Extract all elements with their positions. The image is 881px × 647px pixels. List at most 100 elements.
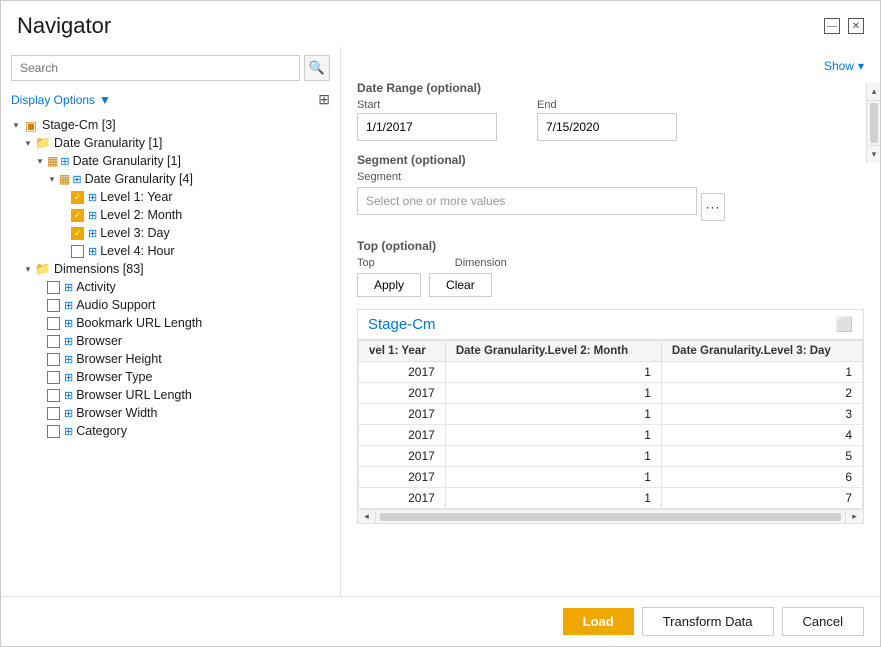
tree-item-bookmark-url[interactable]: ⊞ Bookmark URL Length [1,314,340,332]
apply-button[interactable]: Apply [357,273,421,297]
no-arrow [33,406,47,420]
no-arrow [57,208,71,222]
tree-item-stage-cm[interactable]: ▾ ▣ Stage-Cm [3] [1,116,340,134]
expand-arrow: ▾ [33,154,47,168]
checkbox-level-year[interactable] [71,191,84,204]
segment-label: Segment (optional) [357,153,864,167]
preview-header: Stage-Cm ⬜ [358,310,863,340]
checkbox-activity[interactable] [47,281,60,294]
tree-item-browser[interactable]: ⊞ Browser [1,332,340,350]
checkbox-level-hour[interactable] [71,245,84,258]
checkbox-browser[interactable] [47,335,60,348]
transform-data-button[interactable]: Transform Data [642,607,774,636]
checkbox-browser-type[interactable] [47,371,60,384]
window-controls: — ✕ [824,18,864,34]
tree-item-browser-width[interactable]: ⊞ Browser Width [1,404,340,422]
action-buttons: Apply Clear [357,273,864,297]
item-label: Browser Type [76,370,152,384]
tree-item-level-year[interactable]: ⊞ Level 1: Year [1,188,340,206]
tree-item-browser-type[interactable]: ⊞ Browser Type [1,368,340,386]
browser-width-icon: ⊞ [64,407,73,420]
close-button[interactable]: ✕ [848,18,864,34]
no-arrow [33,298,47,312]
item-label: Category [76,424,127,438]
browser-icon: ⊞ [64,335,73,348]
no-arrow [33,316,47,330]
browser-url-icon: ⊞ [64,389,73,402]
level-year-icon: ⊞ [88,191,97,204]
expand-arrow: ▾ [21,262,35,276]
no-arrow [57,190,71,204]
start-date-field: Start [357,99,497,141]
tree-item-date-gran-2[interactable]: ▾ ▦ ⊞ Date Granularity [1] [1,152,340,170]
top-field-label: Top [357,257,375,269]
display-options-bar: Display Options ▼ ⊞ [1,89,340,114]
tree-item-browser-url-length[interactable]: ⊞ Browser URL Length [1,386,340,404]
tree-item-level-day[interactable]: ⊞ Level 3: Day [1,224,340,242]
segment-ellipsis-button[interactable]: ··· [701,193,725,221]
scroll-down-button[interactable]: ▾ [867,145,880,163]
end-label: End [537,99,677,111]
scroll-right-button[interactable]: ▸ [845,510,863,524]
tree-item-date-gran-1[interactable]: ▾ 📁 Date Granularity [1] [1,134,340,152]
segment-row: Select one or more values ··· [357,187,864,227]
clear-button[interactable]: Clear [429,273,492,297]
audio-icon: ⊞ [64,299,73,312]
layout-icon[interactable]: ⊞ [318,91,330,108]
col-header-month: Date Granularity.Level 2: Month [445,341,661,362]
checkbox-category[interactable] [47,425,60,438]
table-row: 201714 [359,425,863,446]
dimensions-folder-icon: 📁 [35,262,51,276]
start-label: Start [357,99,497,111]
horizontal-scrollbar[interactable]: ◂ ▸ [358,509,863,523]
search-input[interactable] [11,55,300,81]
item-label: Browser URL Length [76,388,192,402]
export-icon-button[interactable]: ⬜ [836,316,853,333]
checkbox-level-day[interactable] [71,227,84,240]
table-row: 201717 [359,488,863,509]
scroll-left-button[interactable]: ◂ [358,510,376,524]
tree-container[interactable]: ▾ ▣ Stage-Cm [3] ▾ 📁 Date Granularity [1… [1,114,340,596]
top-label-row: Top Dimension [357,257,864,271]
start-date-input[interactable] [357,113,497,141]
search-button[interactable]: 🔍 [304,55,330,81]
tree-item-activity[interactable]: ⊞ Activity [1,278,340,296]
item-label: Date Granularity [4] [85,172,193,186]
end-date-input[interactable] [537,113,677,141]
tree-item-dimensions[interactable]: ▾ 📁 Dimensions [83] [1,260,340,278]
show-button[interactable]: Show ▾ [824,59,864,73]
checkbox-browser-width[interactable] [47,407,60,420]
segment-select[interactable]: Select one or more values [357,187,697,215]
tree-item-category[interactable]: ⊞ Category [1,422,340,440]
end-date-field: End [537,99,677,141]
expand-arrow: ▾ [21,136,35,150]
load-button[interactable]: Load [563,608,634,635]
preview-table-wrap[interactable]: vel 1: Year Date Granularity.Level 2: Mo… [358,340,863,509]
checkbox-browser-url-length[interactable] [47,389,60,402]
item-label: Date Granularity [1] [54,136,162,150]
left-panel: 🔍 Display Options ▼ ⊞ ▾ ▣ Stage-Cm [3] [1,47,341,596]
table-row: 201712 [359,383,863,404]
top-label: Top (optional) [357,239,864,253]
col-header-day: Date Granularity.Level 3: Day [661,341,862,362]
display-options-button[interactable]: Display Options ▼ [11,93,111,107]
search-bar: 🔍 [1,47,340,89]
scroll-up-button[interactable]: ▴ [867,83,880,101]
segment-field-label: Segment [357,171,864,183]
checkbox-audio-support[interactable] [47,299,60,312]
item-label: Level 1: Year [100,190,172,204]
item-label: Audio Support [76,298,155,312]
tree-item-browser-height[interactable]: ⊞ Browser Height [1,350,340,368]
tree-item-level-month[interactable]: ⊞ Level 2: Month [1,206,340,224]
checkbox-level-month[interactable] [71,209,84,222]
tree-item-level-hour[interactable]: ⊞ Level 4: Hour [1,242,340,260]
item-label: Bookmark URL Length [76,316,202,330]
checkbox-bookmark-url[interactable] [47,317,60,330]
minimize-button[interactable]: — [824,18,840,34]
table-icon: ▦ [47,154,58,168]
tree-item-audio-support[interactable]: ⊞ Audio Support [1,296,340,314]
cancel-button[interactable]: Cancel [782,607,864,636]
tree-item-date-gran-3[interactable]: ▾ ▦ ⊞ Date Granularity [4] [1,170,340,188]
preview-title: Stage-Cm [368,316,436,333]
checkbox-browser-height[interactable] [47,353,60,366]
